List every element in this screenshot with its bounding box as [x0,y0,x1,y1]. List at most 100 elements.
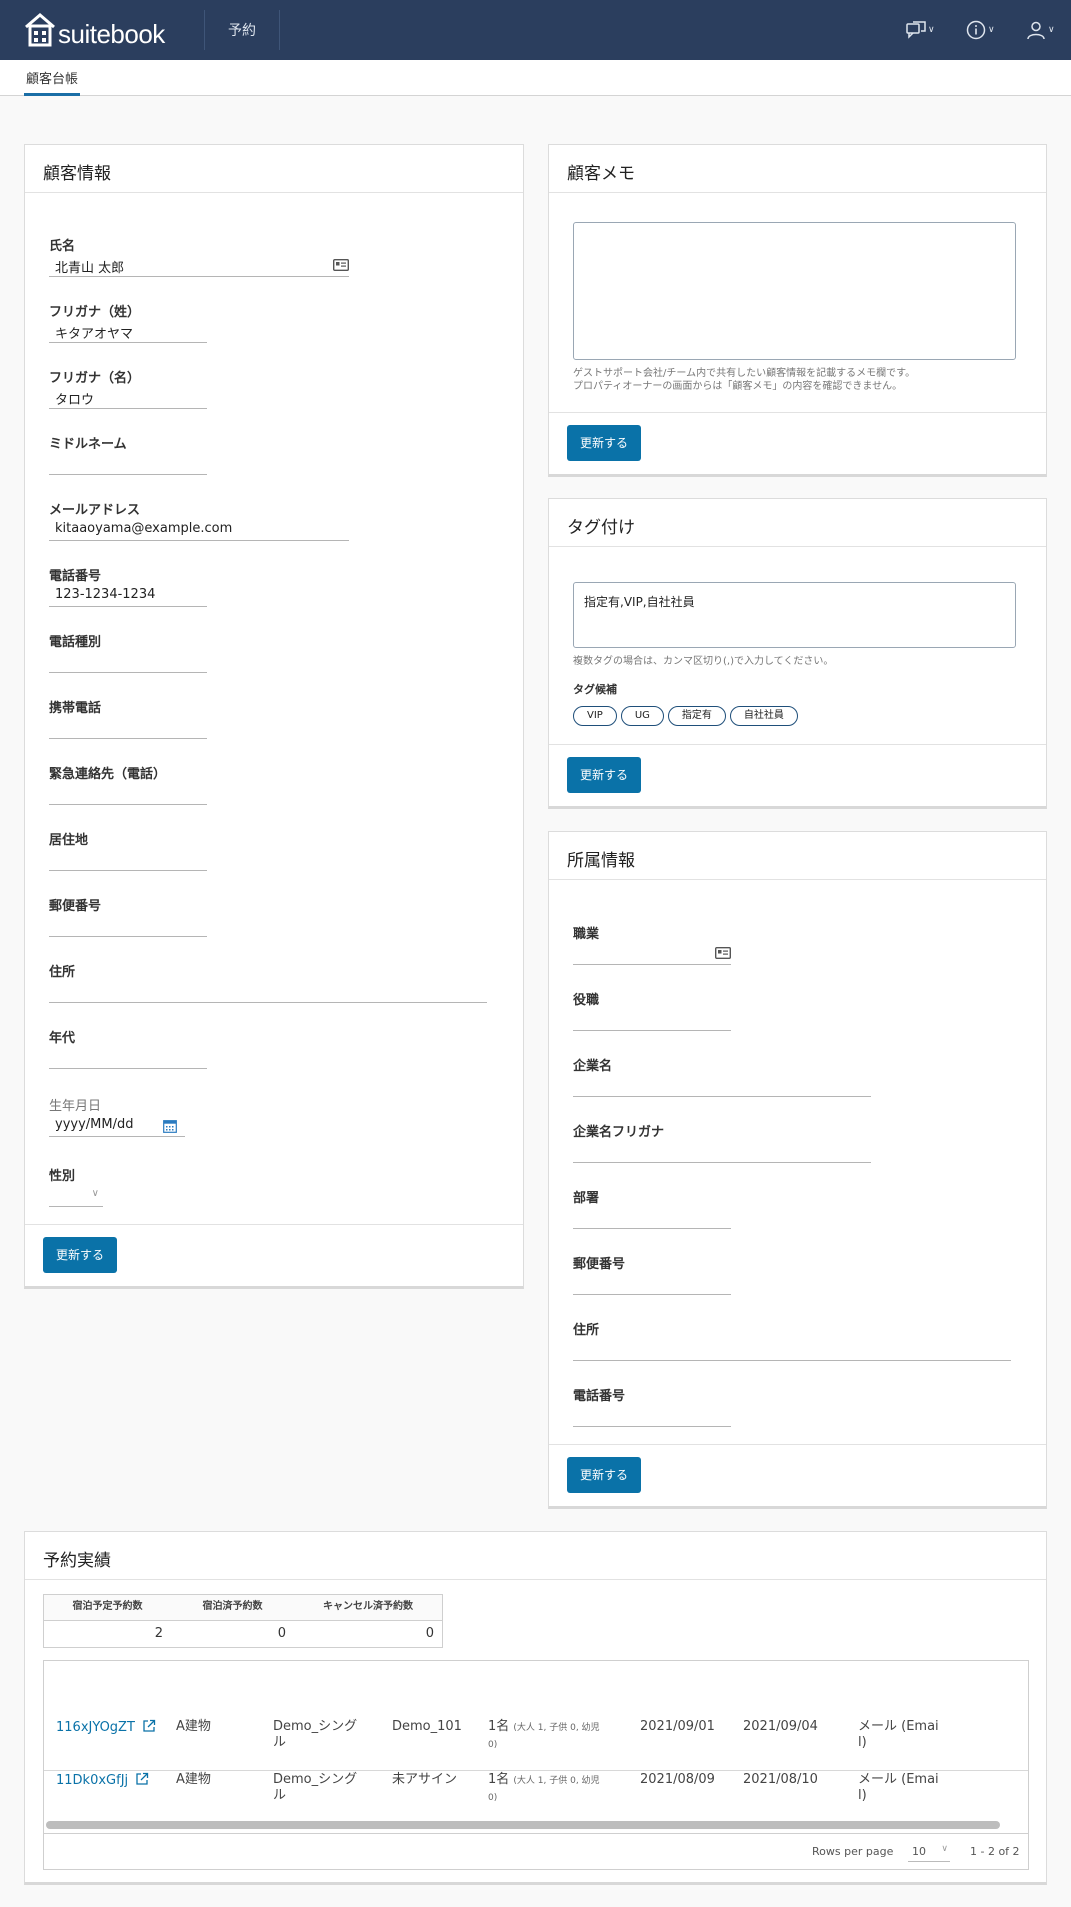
stats-header-cancelled: キャンセル済予約数 [323,1601,413,1612]
horizontal-scrollbar[interactable] [46,1821,1000,1829]
user-icon [1027,21,1045,40]
field-phone: 電話番号 123-1234-1234 [49,565,207,607]
nav-reservation[interactable]: 予約 [228,20,256,40]
field-label: 部署 [573,1191,600,1206]
field-email: メールアドレス kitaaoyama@example.com [49,499,349,541]
plan-line: Demo_シング [273,1772,358,1787]
field-label: 企業名フリガナ [573,1125,665,1140]
rows-per-page-select[interactable]: 10 ∨ [908,1842,950,1862]
company-input[interactable] [573,1075,871,1097]
field-label: 住所 [49,965,76,980]
email-input[interactable]: kitaaoyama@example.com [49,519,349,541]
company-address-input[interactable] [573,1339,1011,1361]
field-label: フリガナ（姓） [49,305,141,320]
user-menu[interactable]: ∨ [1026,18,1055,42]
field-age: 年代 [49,1027,207,1069]
field-label: 生年月日 [49,1099,102,1114]
reservation-history-card: 予約実績 宿泊予定予約数 宿泊済予約数 キャンセル済予約数 2 0 0 116x… [24,1531,1047,1885]
field-label: 年代 [49,1031,76,1046]
reservation-stats: 宿泊予定予約数 宿泊済予約数 キャンセル済予約数 2 0 0 [43,1594,443,1648]
plan: Demo_シングル [273,1772,357,1804]
field-gender: 性別 ∨ [49,1165,103,1207]
field-label: 緊急連絡先（電話） [49,767,167,782]
hotel-logo-icon [25,13,55,47]
field-name: 氏名 北青山 太郎 [49,235,349,277]
external-link-icon[interactable] [135,1772,149,1786]
table-row[interactable]: 116xJYOgZT A建物 Demo_シングル Demo_101 1名 (大人… [44,1719,1028,1771]
tag-chip-vip[interactable]: VIP [573,706,617,726]
brand-logo[interactable]: suitebook [24,10,165,50]
building: A建物 [176,1719,211,1734]
emergency-phone-input[interactable] [49,783,207,805]
chat-menu[interactable]: ∨ [906,18,935,42]
stats-value-cancelled: 0 [425,1626,434,1641]
tag-chip-designated[interactable]: 指定有 [667,706,726,726]
plan-line: ル [273,1788,287,1803]
nav-divider [279,10,280,50]
field-value: 北青山 太郎 [55,261,125,276]
stats-values: 2 0 0 [44,1621,442,1647]
table-row[interactable]: 11Dk0xGfJj A建物 Demo_シングル 未アサイン 1名 (大人 1,… [44,1772,1028,1824]
company-kana-input[interactable] [573,1141,871,1163]
birthday-input[interactable]: yyyy/MM/dd [49,1115,185,1137]
kana-first-input[interactable]: タロウ [49,387,207,409]
contact-card-icon[interactable] [333,259,349,271]
position-input[interactable] [573,1009,731,1031]
middle-name-input[interactable] [49,453,207,475]
field-address: 住所 [49,961,487,1003]
phone-type-input[interactable] [49,651,207,673]
memo-textarea[interactable] [573,222,1016,360]
reservation-id[interactable]: 11Dk0xGfJj [56,1773,128,1788]
reservation-id[interactable]: 116xJYOgZT [56,1720,135,1735]
field-label: ミドルネーム [49,437,127,452]
tab-customer-ledger[interactable]: 顧客台帳 [24,68,81,96]
gender-select[interactable]: ∨ [49,1185,103,1207]
address-input[interactable] [49,981,487,1003]
pagination: Rows per page 10 ∨ 1 - 2 of 2 [44,1833,1028,1869]
chevron-down-icon: ∨ [941,1844,948,1854]
field-label: 携帯電話 [49,701,102,716]
update-customer-button[interactable]: 更新する [43,1237,118,1273]
channel: メール (Emai l) [858,1719,939,1751]
stats-value-planned: 2 [154,1626,163,1641]
company-phone-input[interactable] [573,1405,731,1427]
tagging-card: タグ付け 指定有,VIP,自社社員 複数タグの場合は、カンマ区切り(,)で入力し… [548,498,1047,809]
external-link-icon[interactable] [142,1719,156,1733]
name-input[interactable]: 北青山 太郎 [49,255,349,277]
tag-chip-ug[interactable]: UG [620,706,664,726]
stats-header-stayed: 宿泊済予約数 [202,1601,263,1612]
page-range: 1 - 2 of 2 [970,1845,1020,1858]
field-kana-last: フリガナ（姓） キタアオヤマ [49,301,207,343]
occupation-input[interactable] [573,943,731,965]
tag-chip-employee[interactable]: 自社社員 [729,706,798,726]
mobile-input[interactable] [49,717,207,739]
tags-textarea[interactable]: 指定有,VIP,自社社員 [573,582,1016,648]
update-affiliation-button[interactable]: 更新する [567,1457,642,1493]
residence-input[interactable] [49,849,207,871]
phone-input[interactable]: 123-1234-1234 [49,585,207,607]
age-input[interactable] [49,1047,207,1069]
memo-hint-1: ゲストサポート会社/チーム内で共有したい顧客情報を記載するメモ欄です。 [573,368,916,379]
help-menu[interactable]: ∨ [966,18,995,42]
kana-last-input[interactable]: キタアオヤマ [49,321,207,343]
guest-count: 1名 [488,1719,510,1734]
postal-code-input[interactable] [49,915,207,937]
field-label: 電話種別 [49,635,102,650]
tag-candidates: VIP UG 指定有 自社社員 [573,706,802,726]
update-tags-button[interactable]: 更新する [567,757,642,793]
company-postal-input[interactable] [573,1273,731,1295]
reservation-id-link[interactable]: 11Dk0xGfJj [56,1772,149,1789]
tags-hint: 複数タグの場合は、カンマ区切り(,)で入力してください。 [573,656,834,667]
checkout-date: 2021/08/10 [743,1772,818,1787]
field-label: 電話番号 [49,569,102,584]
field-label: 居住地 [49,833,89,848]
field-label: 性別 [49,1169,76,1184]
field-middle-name: ミドルネーム [49,433,207,475]
department-input[interactable] [573,1207,731,1229]
field-label: 住所 [573,1323,600,1338]
card-title: 顧客メモ [549,145,1046,193]
contact-card-icon[interactable] [715,947,731,959]
update-memo-button[interactable]: 更新する [567,425,642,461]
calendar-icon[interactable] [163,1119,177,1133]
reservation-id-link[interactable]: 116xJYOgZT [56,1719,156,1736]
